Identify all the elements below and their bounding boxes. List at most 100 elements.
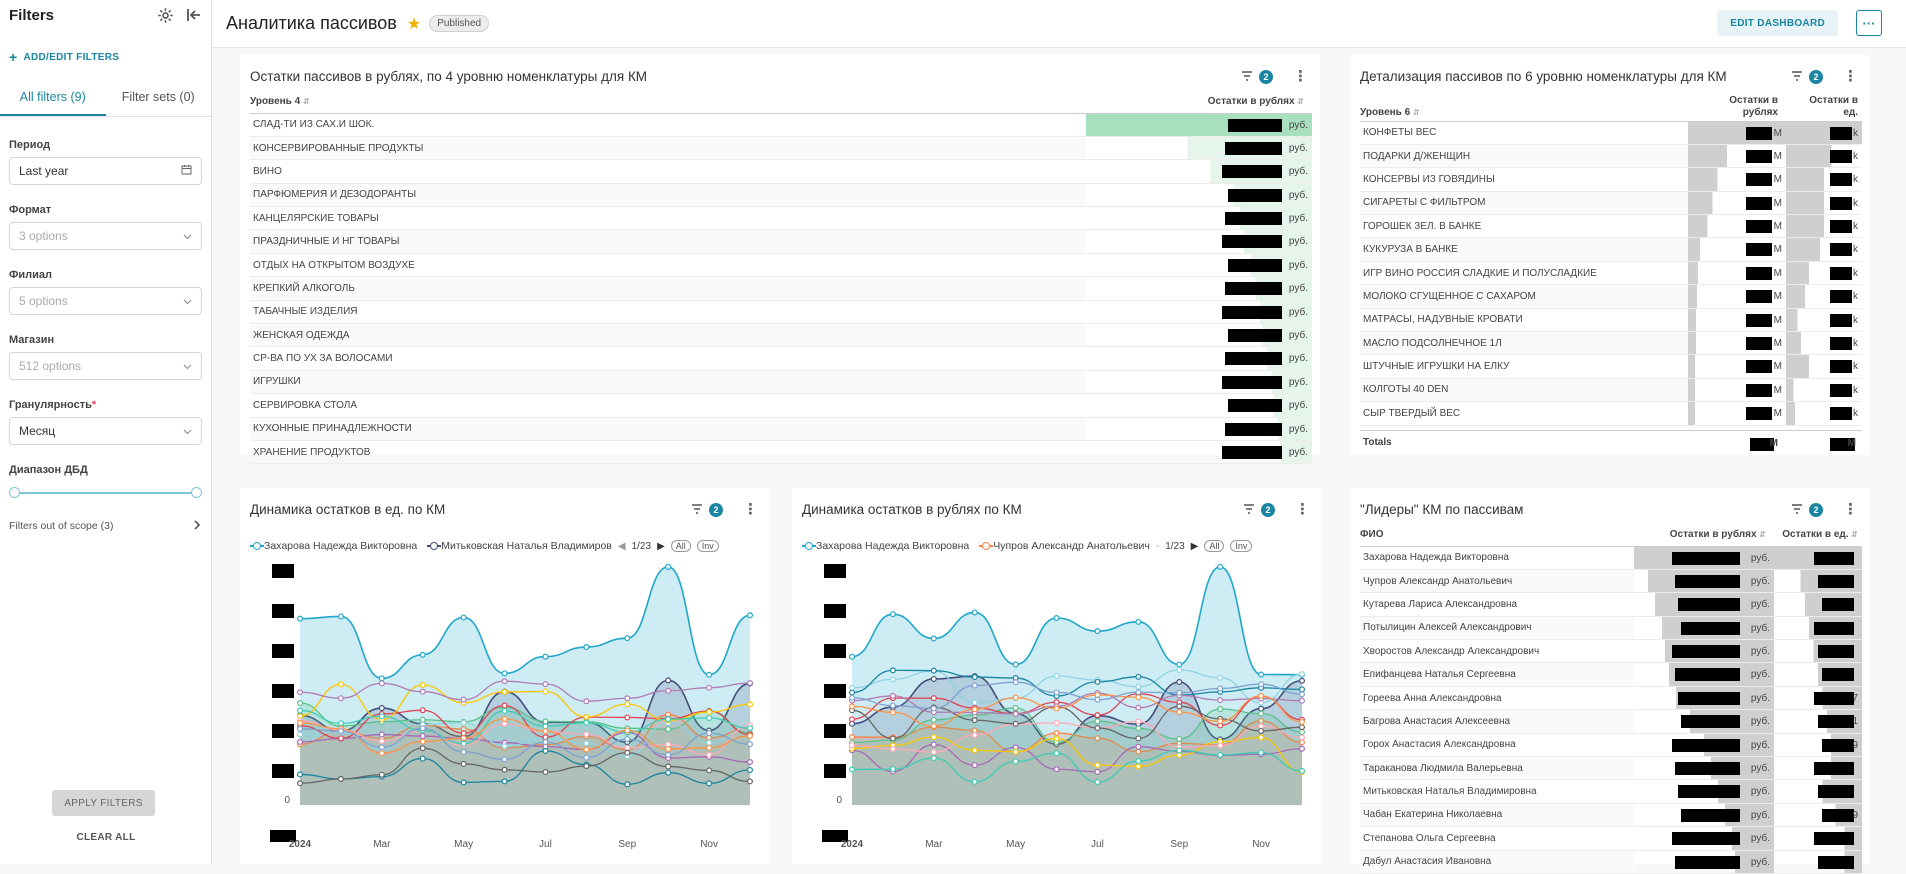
table-row[interactable]: СЕРВИРОВКА СТОЛА руб.	[250, 393, 1312, 418]
data-point[interactable]	[1299, 768, 1306, 775]
data-point[interactable]	[1012, 720, 1019, 727]
data-point[interactable]	[378, 705, 385, 712]
data-point[interactable]	[1299, 677, 1306, 684]
more-vertical-icon[interactable]: ⋮	[1293, 69, 1308, 84]
data-point[interactable]	[747, 701, 754, 708]
data-point[interactable]	[583, 763, 590, 770]
data-point[interactable]	[971, 609, 978, 616]
data-point[interactable]	[1135, 718, 1142, 725]
data-point[interactable]	[889, 692, 896, 699]
data-point[interactable]	[971, 682, 978, 689]
table-row[interactable]: КРЕПКИЙ АЛКОГОЛЬ руб.	[250, 276, 1312, 301]
data-point[interactable]	[1135, 725, 1142, 732]
data-point[interactable]	[665, 563, 672, 570]
data-point[interactable]	[624, 727, 631, 734]
data-point[interactable]	[1299, 745, 1306, 752]
data-point[interactable]	[848, 734, 855, 741]
data-point[interactable]	[583, 740, 590, 747]
column-header-rub[interactable]: Остатки в рублях	[1688, 93, 1786, 122]
data-point[interactable]	[296, 738, 303, 745]
table-row[interactable]: КОНСЕРВИРОВАННЫЕ ПРОДУКТЫ руб.	[250, 136, 1312, 161]
data-point[interactable]	[296, 689, 303, 696]
data-point[interactable]	[848, 742, 855, 749]
clear-all-button[interactable]: CLEAR ALL	[0, 832, 212, 843]
data-point[interactable]	[1176, 709, 1183, 716]
data-point[interactable]	[930, 749, 937, 756]
table-row[interactable]: ГОРОШЕК ЗЕЛ. В БАНКЕ Mk	[1360, 214, 1862, 239]
data-point[interactable]	[501, 688, 508, 695]
data-point[interactable]	[1053, 735, 1060, 742]
store-select[interactable]: 512 options	[9, 352, 202, 380]
data-point[interactable]	[501, 766, 508, 773]
data-point[interactable]	[930, 675, 937, 682]
data-point[interactable]	[419, 755, 426, 762]
data-point[interactable]	[665, 716, 672, 723]
data-point[interactable]	[1094, 678, 1101, 685]
data-point[interactable]	[706, 744, 713, 751]
table-row[interactable]: Епифанцева Наталья Сергеевна руб.	[1360, 662, 1862, 687]
data-point[interactable]	[706, 671, 713, 678]
table-row[interactable]: ХРАНЕНИЕ ПРОДУКТОВ руб.	[250, 440, 1312, 465]
data-point[interactable]	[1053, 750, 1060, 757]
data-point[interactable]	[1176, 703, 1183, 710]
table-row[interactable]: КОНФЕТЫ ВЕС Mk	[1360, 121, 1862, 145]
data-point[interactable]	[1258, 727, 1265, 734]
tab-all-filters[interactable]: All filters (9)	[0, 80, 106, 116]
data-point[interactable]	[583, 698, 590, 705]
column-header-rub[interactable]: Остатки в рублях ⇵	[1086, 91, 1312, 114]
data-point[interactable]	[583, 731, 590, 738]
data-point[interactable]	[1053, 766, 1060, 773]
data-point[interactable]	[1135, 618, 1142, 625]
data-point[interactable]	[1217, 718, 1224, 725]
range-slider-handle-max[interactable]	[191, 487, 202, 498]
data-point[interactable]	[624, 749, 631, 756]
data-point[interactable]	[706, 751, 713, 758]
data-point[interactable]	[542, 718, 549, 725]
table-row[interactable]: Гореева Анна Александровна руб. 7	[1360, 686, 1862, 711]
data-point[interactable]	[378, 738, 385, 745]
data-point[interactable]	[460, 735, 467, 742]
period-date-input[interactable]: Last year	[9, 157, 202, 185]
data-point[interactable]	[624, 695, 631, 702]
data-point[interactable]	[1217, 685, 1224, 692]
favorite-star-icon[interactable]: ★	[407, 14, 421, 34]
more-vertical-icon[interactable]: ⋮	[1843, 502, 1858, 517]
data-point[interactable]	[971, 699, 978, 706]
table-row[interactable]: ИГРУШКИ руб.	[250, 370, 1312, 395]
data-point[interactable]	[848, 694, 855, 701]
data-point[interactable]	[971, 731, 978, 738]
data-point[interactable]	[848, 653, 855, 660]
data-point[interactable]	[1012, 704, 1019, 711]
data-point[interactable]	[1258, 710, 1265, 717]
table-row[interactable]: Дабул Анастасия Ивановна руб.	[1360, 850, 1862, 874]
data-point[interactable]	[930, 716, 937, 723]
data-point[interactable]	[848, 766, 855, 773]
data-point[interactable]	[542, 723, 549, 730]
data-point[interactable]	[848, 716, 855, 723]
data-point[interactable]	[665, 745, 672, 752]
table-row[interactable]: Чабан Екатерина Николаевна руб. 9	[1360, 803, 1862, 828]
data-point[interactable]	[1053, 689, 1060, 696]
data-point[interactable]	[460, 719, 467, 726]
data-point[interactable]	[665, 763, 672, 770]
data-point[interactable]	[889, 676, 896, 683]
table-row[interactable]: СР-ВА ПО УХ ЗА ВОЛОСАМИ руб.	[250, 346, 1312, 371]
data-point[interactable]	[624, 714, 631, 721]
data-point[interactable]	[1217, 751, 1224, 758]
data-point[interactable]	[337, 695, 344, 702]
branch-select[interactable]: 5 options	[9, 287, 202, 315]
data-point[interactable]	[1053, 719, 1060, 726]
data-point[interactable]	[1135, 763, 1142, 770]
data-point[interactable]	[296, 615, 303, 622]
table-row[interactable]: ШТУЧНЫЕ ИГРУШКИ НА ЕЛКУ Mk	[1360, 354, 1862, 379]
table-row[interactable]: МАТРАСЫ, НАДУВНЫЕ КРОВАТИ Mk	[1360, 308, 1862, 333]
data-point[interactable]	[624, 635, 631, 642]
data-point[interactable]	[1299, 686, 1306, 693]
data-point[interactable]	[1258, 681, 1265, 688]
data-point[interactable]	[1258, 734, 1265, 741]
format-select[interactable]: 3 options	[9, 222, 202, 250]
data-point[interactable]	[1176, 752, 1183, 759]
data-point[interactable]	[747, 732, 754, 739]
data-point[interactable]	[665, 677, 672, 684]
data-point[interactable]	[1258, 723, 1265, 730]
